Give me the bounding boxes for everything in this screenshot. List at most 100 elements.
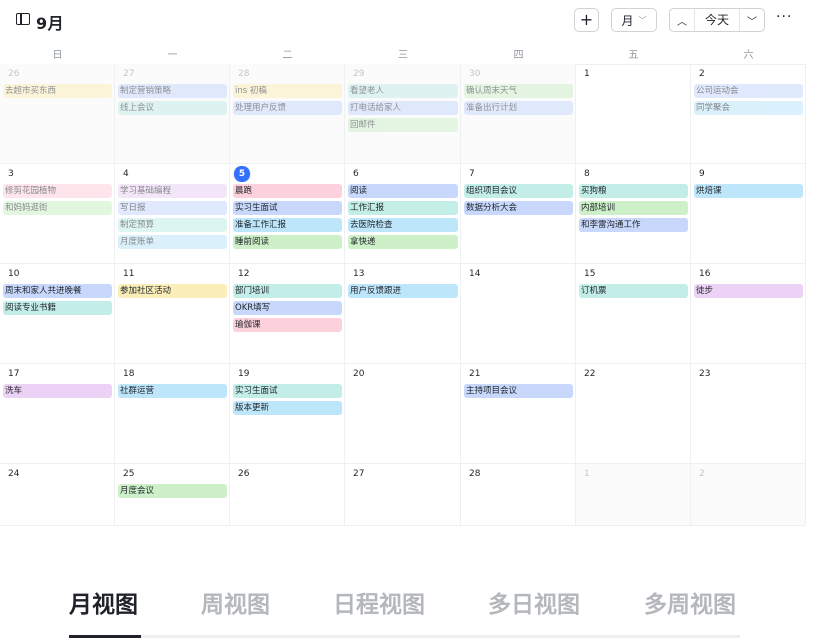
day-cell[interactable]: 18 社群运营 xyxy=(115,364,230,464)
event-chip[interactable]: 制定预算 xyxy=(118,218,227,232)
event-chip[interactable]: 参加社区活动 xyxy=(118,284,227,298)
day-cell[interactable]: 9 烘焙课 xyxy=(691,164,806,264)
day-cell[interactable]: 16 徒步 xyxy=(691,264,806,364)
event-chip[interactable]: 学习基础编程 xyxy=(118,184,227,198)
day-cell[interactable]: 2 xyxy=(691,464,806,526)
day-number: 19 xyxy=(238,369,250,379)
day-cell[interactable]: 24 xyxy=(0,464,115,526)
event-chip[interactable]: 处理用户反馈 xyxy=(233,101,342,115)
event-chip[interactable]: ins 初稿 xyxy=(233,84,342,98)
day-cell[interactable]: 15 订机票 xyxy=(576,264,691,364)
view-tab[interactable]: 多周视图 xyxy=(644,585,736,619)
event-chip[interactable]: 月度会议 xyxy=(118,484,227,498)
day-number: 26 xyxy=(8,69,20,79)
event-chip[interactable]: 阅读 xyxy=(348,184,458,198)
event-chip[interactable]: 组织项目会议 xyxy=(464,184,573,198)
day-cell[interactable]: 22 xyxy=(576,364,691,464)
day-cell[interactable]: 20 xyxy=(345,364,461,464)
day-cell[interactable]: 17 洗车 xyxy=(0,364,115,464)
event-chip[interactable]: 洗车 xyxy=(3,384,112,398)
view-tab[interactable]: 月视图 xyxy=(69,585,138,619)
day-cell[interactable]: 1 xyxy=(576,64,691,164)
event-chip[interactable]: 订机票 xyxy=(579,284,688,298)
day-cell[interactable]: 5 晨跑 实习生面试 准备工作汇报 睡前阅读 xyxy=(230,164,345,264)
event-chip[interactable]: 公司运动会 xyxy=(694,84,803,98)
event-chip[interactable]: 回邮件 xyxy=(348,118,458,132)
event-chip[interactable]: 徒步 xyxy=(694,284,803,298)
event-chip[interactable]: 瑜伽课 xyxy=(233,318,342,332)
day-cell[interactable]: 21 主持项目会议 xyxy=(461,364,576,464)
more-options-icon[interactable]: ··· xyxy=(776,9,792,25)
day-cell[interactable]: 27 制定营销策略 线上会议 xyxy=(115,64,230,164)
event-chip[interactable]: 版本更新 xyxy=(233,401,342,415)
day-cell[interactable]: 3 修剪花园植物 和妈妈逛街 xyxy=(0,164,115,264)
day-cell[interactable]: 2 公司运动会 同学聚会 xyxy=(691,64,806,164)
day-cell[interactable]: 30 确认周末天气 准备出行计划 xyxy=(461,64,576,164)
event-chip[interactable]: 用户反馈跟进 xyxy=(348,284,458,298)
event-chip[interactable]: 和李雷沟通工作 xyxy=(579,218,688,232)
event-chip[interactable]: 部门培训 xyxy=(233,284,342,298)
day-cell[interactable]: 7 组织项目会议 数据分析大会 xyxy=(461,164,576,264)
event-chip[interactable]: 确认周末天气 xyxy=(464,84,573,98)
day-cell[interactable]: 13 用户反馈跟进 xyxy=(345,264,461,364)
day-cell[interactable]: 27 xyxy=(345,464,461,526)
event-chip[interactable]: 烘焙课 xyxy=(694,184,803,198)
day-cell[interactable]: 11 参加社区活动 xyxy=(115,264,230,364)
event-chip[interactable]: 周末和家人共进晚餐 xyxy=(3,284,112,298)
day-cell[interactable]: 25 月度会议 xyxy=(115,464,230,526)
event-chip[interactable]: 睡前阅读 xyxy=(233,235,342,249)
view-tab[interactable]: 多日视图 xyxy=(488,585,580,619)
event-chip[interactable]: 线上会议 xyxy=(118,101,227,115)
day-cell[interactable]: 26 xyxy=(230,464,345,526)
day-number: 1 xyxy=(584,69,590,79)
previous-month-button[interactable]: ︿ xyxy=(670,13,694,28)
event-chip[interactable]: 打电话给家人 xyxy=(348,101,458,115)
day-cell[interactable]: 26 去超市买东西 xyxy=(0,64,115,164)
event-chip[interactable]: 准备出行计划 xyxy=(464,101,573,115)
chevron-down-icon: ﹀ xyxy=(638,15,647,25)
event-chip[interactable]: 写日报 xyxy=(118,201,227,215)
event-chip[interactable]: 准备工作汇报 xyxy=(233,218,342,232)
event-chip[interactable]: 和妈妈逛街 xyxy=(3,201,112,215)
next-month-button[interactable]: ﹀ xyxy=(740,13,764,28)
day-cell[interactable]: 23 xyxy=(691,364,806,464)
day-cell[interactable]: 12 部门培训 OKR填写 瑜伽课 xyxy=(230,264,345,364)
event-chip[interactable]: 实习生面试 xyxy=(233,384,342,398)
event-chip[interactable]: 同学聚会 xyxy=(694,101,803,115)
event-chip[interactable]: 去超市买东西 xyxy=(3,84,112,98)
day-cell[interactable]: 1 xyxy=(576,464,691,526)
sidebar-toggle-icon[interactable] xyxy=(16,13,30,25)
event-chip[interactable]: 内部培训 xyxy=(579,201,688,215)
today-button[interactable]: 今天 xyxy=(694,9,740,31)
event-chip[interactable]: 修剪花园植物 xyxy=(3,184,112,198)
day-cell[interactable]: 14 xyxy=(461,264,576,364)
day-number: 28 xyxy=(469,469,481,479)
event-chip[interactable]: 买狗粮 xyxy=(579,184,688,198)
event-chip[interactable]: 去医院检查 xyxy=(348,218,458,232)
day-cell[interactable]: 4 学习基础编程 写日报 制定预算 月度账单 xyxy=(115,164,230,264)
event-chip[interactable]: 看望老人 xyxy=(348,84,458,98)
day-cell[interactable]: 8 买狗粮 内部培训 和李雷沟通工作 xyxy=(576,164,691,264)
event-chip[interactable]: 工作汇报 xyxy=(348,201,458,215)
event-chip[interactable]: 实习生面试 xyxy=(233,201,342,215)
event-chip[interactable]: 制定营销策略 xyxy=(118,84,227,98)
event-chip[interactable]: 社群运营 xyxy=(118,384,227,398)
weekday-label: 三 xyxy=(398,50,408,61)
event-chip[interactable]: 主持项目会议 xyxy=(464,384,573,398)
view-tab[interactable]: 周视图 xyxy=(201,585,270,619)
day-cell[interactable]: 19 实习生面试版本更新 xyxy=(230,364,345,464)
view-mode-select[interactable]: 月 ﹀ xyxy=(611,8,657,32)
day-cell[interactable]: 29 看望老人 打电话给家人 回邮件 xyxy=(345,64,461,164)
event-chip[interactable]: 月度账单 xyxy=(118,235,227,249)
event-chip[interactable]: 数据分析大会 xyxy=(464,201,573,215)
day-cell[interactable]: 28 ins 初稿 处理用户反馈 xyxy=(230,64,345,164)
view-tab[interactable]: 日程视图 xyxy=(333,585,425,619)
add-event-button[interactable]: + xyxy=(574,8,599,32)
event-chip[interactable]: OKR填写 xyxy=(233,301,342,315)
day-cell[interactable]: 28 xyxy=(461,464,576,526)
day-cell[interactable]: 6 阅读 工作汇报 去医院检查 拿快递 xyxy=(345,164,461,264)
event-chip[interactable]: 阅读专业书籍 xyxy=(3,301,112,315)
day-cell[interactable]: 10 周末和家人共进晚餐 阅读专业书籍 xyxy=(0,264,115,364)
event-chip[interactable]: 拿快递 xyxy=(348,235,458,249)
event-chip[interactable]: 晨跑 xyxy=(233,184,342,198)
